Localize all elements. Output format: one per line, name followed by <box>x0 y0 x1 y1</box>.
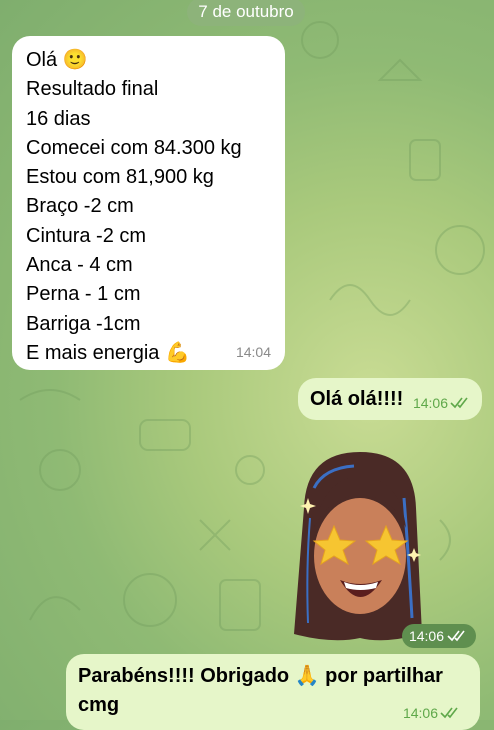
message-time: 14:06 <box>412 395 448 411</box>
message-meta: 14:06 <box>403 705 462 721</box>
sticker-time-badge: 14:06 <box>402 624 476 648</box>
outgoing-message-bubble[interactable]: Olá olá!!!! 14:06 <box>298 378 482 420</box>
message-line: Estou com 81,900 kg <box>26 166 214 189</box>
message-time: 14:06 <box>402 705 438 721</box>
message-time: 14:04 <box>235 344 271 360</box>
message-line: Comecei com 84.300 kg <box>26 136 242 159</box>
date-separator: 7 de outubro <box>187 0 305 26</box>
message-line: Perna - 1 cm <box>26 283 141 306</box>
message-line: Olá 🙂 <box>26 49 88 71</box>
message-line: Resultado final <box>26 78 159 101</box>
outgoing-message-bubble[interactable]: Parabéns!!!! Obrigado 🙏 por partilhar cm… <box>66 654 480 730</box>
double-check-icon <box>440 707 458 719</box>
message-text: Olá olá!!!! <box>310 387 404 410</box>
date-label: 7 de outubro <box>198 2 294 21</box>
message-time: 14:06 <box>408 628 445 644</box>
message-line: 16 dias <box>26 107 91 130</box>
double-check-icon <box>447 630 465 642</box>
message-line: Barriga -1cm <box>26 312 141 335</box>
message-line: Cintura -2 cm <box>26 224 147 247</box>
message-line: E mais energia 💪 <box>26 341 190 364</box>
incoming-message-bubble[interactable]: Olá 🙂 Resultado final 16 dias Comecei co… <box>12 36 285 370</box>
message-line: Anca - 4 cm <box>26 254 133 277</box>
memoji-sticker[interactable] <box>284 448 432 644</box>
message-line: Braço -2 cm <box>26 195 134 218</box>
double-check-icon <box>450 397 468 409</box>
message-meta: 14:06 <box>413 395 472 411</box>
